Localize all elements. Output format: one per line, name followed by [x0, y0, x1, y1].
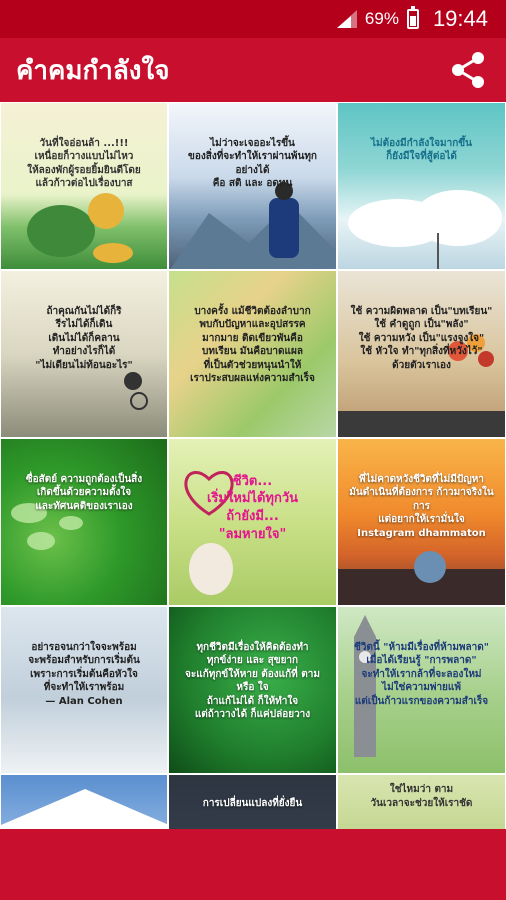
- quote-tile[interactable]: ใช้ ความผิดพลาด เป็น"บทเรียน" ใช้ คำดูถู…: [337, 270, 506, 438]
- quote-tile[interactable]: ชีวิต... เริ่มใหม่ได้ทุกวัน ถ้ายังมี... …: [168, 438, 337, 606]
- water-drops-image: [11, 503, 83, 550]
- signal-icon: [336, 10, 357, 28]
- quote-text: ทุกชีวิตมีเรื่องให้คิดต้องทำ ทุกข์ง่าย แ…: [185, 641, 320, 721]
- quote-text: วันที่ใจอ่อนล้า ...!!! เหนื่อยก็วางแบบไม…: [27, 137, 141, 190]
- quote-text: ถ้าคุณกันไม่ได้ก็ริ รีรไม่ได้ก็เดิน เดิน…: [35, 305, 133, 371]
- quote-tile[interactable]: พี่ไม่คาดหวังชีวิตที่ไม่มีปัญหา มันดำเนิ…: [337, 438, 506, 606]
- quote-tile[interactable]: การเปลี่ยนแปลงที่ยั่งยืน: [168, 774, 337, 829]
- quote-text: ใช้ ความผิดพลาด เป็น"บทเรียน" ใช้ คำดูถู…: [350, 305, 493, 371]
- cloud-image: [348, 190, 502, 269]
- quote-text: ซื่อสัตย์ ความถูกต้องเป็นสิ่ง เกิดขึ้นด้…: [25, 473, 143, 512]
- battery-icon: [406, 6, 419, 29]
- quote-tile[interactable]: บางครั้ง แม้ชีวิตต้องลำบาก พบกับปัญหาและ…: [168, 270, 337, 438]
- share-icon: [452, 52, 484, 88]
- quote-tile[interactable]: อย่ารอจนกว่าใจจะพร้อม จะพร้อมสำหรับการเร…: [0, 606, 168, 774]
- clock: 19:44: [432, 6, 488, 31]
- quote-text: พี่ไม่คาดหวังชีวิตที่ไม่มีปัญหา มันดำเนิ…: [349, 473, 494, 539]
- quote-text: การเปลี่ยนแปลงที่ยั่งยืน: [202, 798, 303, 809]
- mount-fuji-image: [1, 789, 167, 829]
- quote-tile[interactable]: ใช่ไหมว่า ตาม วันเวลาจะช่วยให้เราชัด: [337, 774, 506, 829]
- quote-text: ไม่ว่าจะเจออะไรขึ้น ของสิ่งที่จะทำให้เรา…: [187, 137, 317, 190]
- bottom-area: [0, 829, 506, 900]
- quote-tile[interactable]: ทุกชีวิตมีเรื่องให้คิดต้องทำ ทุกข์ง่าย แ…: [168, 606, 337, 774]
- quote-text: ชีวิต... เริ่มใหม่ได้ทุกวัน ถ้ายังมี... …: [206, 473, 299, 542]
- quote-tile[interactable]: วันที่ใจอ่อนล้า ...!!! เหนื่อยก็วางแบบไม…: [0, 102, 168, 270]
- quote-tile[interactable]: ไม่ต้องมีกำลังใจมากขึ้น ก็ยังมีใจที่สู้ต…: [337, 102, 506, 270]
- quote-tile[interactable]: ไม่ว่าจะเจออะไรขึ้น ของสิ่งที่จะทำให้เรา…: [168, 102, 337, 270]
- quote-tile[interactable]: ถ้าคุณกันไม่ได้ก็ริ รีรไม่ได้ก็เดิน เดิน…: [0, 270, 168, 438]
- share-button[interactable]: [444, 46, 492, 94]
- quote-tile[interactable]: ชีวิตนี้ "ห้ามมีเรื่องที่ห้ามพลาด" เมื่อ…: [337, 606, 506, 774]
- app-title: คำคมกำลังใจ: [16, 55, 170, 86]
- status-bar: 69% 19:44: [0, 0, 506, 38]
- quote-tile[interactable]: ซื่อสัตย์ ความถูกต้องเป็นสิ่ง เกิดขึ้นด้…: [0, 438, 168, 606]
- battery-percent: 69%: [364, 9, 399, 28]
- quote-text: อย่ารอจนกว่าใจจะพร้อม จะพร้อมสำหรับการเร…: [28, 641, 140, 707]
- quote-grid: วันที่ใจอ่อนล้า ...!!! เหนื่อยก็วางแบบไม…: [0, 102, 506, 829]
- quote-text: ชีวิตนี้ "ห้ามมีเรื่องที่ห้ามพลาด" เมื่อ…: [354, 641, 489, 707]
- quote-text: ไม่ต้องมีกำลังใจมากขึ้น ก็ยังมีใจที่สู้ต…: [371, 137, 472, 163]
- app-bar: คำคมกำลังใจ: [0, 38, 506, 102]
- quote-tile[interactable]: [0, 774, 168, 829]
- quote-text: บางครั้ง แม้ชีวิตต้องลำบาก พบกับปัญหาและ…: [190, 305, 315, 385]
- quote-text: ใช่ไหมว่า ตาม วันเวลาจะช่วยให้เราชัด: [370, 784, 473, 809]
